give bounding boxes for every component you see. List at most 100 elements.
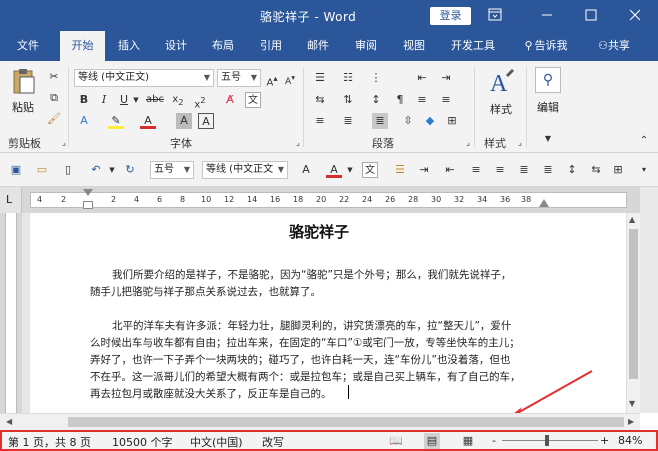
- clipboard-launcher-icon[interactable]: ⌟: [56, 135, 72, 151]
- tab-selector[interactable]: L: [0, 187, 22, 213]
- character-border-icon[interactable]: A: [198, 113, 214, 129]
- font-size-dropdown[interactable]: 五号 ▼: [217, 69, 261, 87]
- language-indicator[interactable]: 中文(中国): [190, 434, 243, 450]
- format-painter-icon[interactable]: 🖌: [46, 111, 62, 127]
- numbering-icon[interactable]: ☷: [340, 70, 356, 86]
- grow-font-icon[interactable]: A▴: [264, 70, 280, 88]
- scroll-down-icon[interactable]: ▼: [629, 399, 635, 408]
- undo-icon[interactable]: ↶: [88, 162, 104, 178]
- character-shading-icon[interactable]: A: [176, 113, 192, 129]
- underline-dropdown-icon[interactable]: ▼: [128, 92, 144, 108]
- borders-icon[interactable]: ⊞: [610, 162, 626, 178]
- bold-icon[interactable]: B: [76, 92, 92, 108]
- align-right-icon[interactable]: ≡: [492, 162, 508, 178]
- align-right-icon[interactable]: ≡: [312, 113, 328, 129]
- phonetic-guide-icon[interactable]: 文: [245, 92, 261, 108]
- clear-formatting-icon[interactable]: A̸: [222, 92, 238, 108]
- strikethrough-icon[interactable]: abc: [146, 92, 164, 108]
- page-count[interactable]: 第 1 页，共 8 页: [8, 434, 91, 450]
- editing-button[interactable]: ⚲ 编辑: [532, 67, 564, 119]
- shrink-font-icon[interactable]: A▾: [282, 70, 298, 87]
- cut-icon[interactable]: ✂: [46, 69, 62, 85]
- collapse-ribbon-icon[interactable]: ⌃: [636, 133, 652, 149]
- save-icon[interactable]: ▣: [8, 162, 24, 178]
- increase-indent-icon[interactable]: ⇥: [438, 70, 454, 86]
- close-icon[interactable]: [623, 4, 647, 26]
- tab-review[interactable]: 审阅: [346, 31, 386, 61]
- align-center-icon[interactable]: ≡: [438, 92, 454, 108]
- line-spacing-icon[interactable]: ↕: [564, 162, 580, 178]
- styles-button[interactable]: A 样式: [484, 67, 518, 119]
- show-marks-icon[interactable]: ¶: [392, 92, 408, 108]
- web-layout-icon[interactable]: ▦: [460, 433, 476, 449]
- scroll-right-icon[interactable]: ▶: [628, 417, 634, 426]
- tab-file[interactable]: 文件: [5, 31, 51, 61]
- paragraph-spacing-icon[interactable]: ⇳: [400, 113, 416, 129]
- shading-icon[interactable]: ◆: [422, 113, 438, 129]
- grow-font-icon[interactable]: A: [298, 162, 314, 178]
- chinese-layout-icon[interactable]: ⇆: [312, 92, 328, 108]
- tell-me-box[interactable]: ⚲ 告诉我: [514, 31, 576, 61]
- align-left-icon[interactable]: ≡: [414, 92, 430, 108]
- tab-view[interactable]: 视图: [394, 31, 434, 61]
- bullets-icon[interactable]: ☰: [312, 70, 328, 86]
- paste-text-icon[interactable]: 文: [362, 162, 378, 178]
- word-count[interactable]: 10500 个字: [112, 434, 173, 450]
- qat-font-size-dropdown[interactable]: 五号 ▼: [150, 161, 194, 179]
- outdent-icon[interactable]: ⇤: [442, 162, 458, 178]
- tab-layout[interactable]: 布局: [204, 31, 242, 61]
- horizontal-scrollbar[interactable]: ◀ ▶: [0, 413, 640, 430]
- maximize-icon[interactable]: [579, 4, 603, 26]
- subscript-icon[interactable]: x2: [170, 92, 186, 108]
- open-folder-icon[interactable]: ▭: [34, 162, 50, 178]
- superscript-icon[interactable]: x2: [192, 92, 208, 110]
- vertical-scrollbar[interactable]: ▲ ▼: [626, 213, 640, 413]
- horizontal-scroll-thumb[interactable]: [68, 417, 624, 427]
- overtype-mode[interactable]: 改写: [262, 434, 284, 450]
- zoom-in-button[interactable]: +: [600, 434, 609, 447]
- font-color-dropdown-icon[interactable]: ▼: [342, 162, 358, 178]
- vertical-ruler[interactable]: [0, 213, 22, 413]
- qat-font-name-dropdown[interactable]: 等线 (中文正文 ▼: [202, 161, 288, 179]
- indent-marker[interactable]: [83, 201, 93, 209]
- tab-home[interactable]: 开始: [60, 31, 105, 61]
- italic-icon[interactable]: I: [96, 92, 112, 108]
- tab-design[interactable]: 设计: [157, 31, 195, 61]
- right-indent-marker[interactable]: [539, 199, 549, 207]
- copy-icon[interactable]: ⧉: [46, 90, 62, 106]
- multilevel-list-icon[interactable]: ⋮: [368, 70, 384, 86]
- print-layout-icon[interactable]: ▤: [424, 433, 440, 449]
- font-name-dropdown[interactable]: 等线 (中文正文) ▼: [74, 69, 214, 87]
- decrease-indent-icon[interactable]: ⇤: [414, 70, 430, 86]
- login-button[interactable]: 登录: [430, 7, 471, 25]
- minimize-icon[interactable]: [535, 4, 559, 26]
- read-mode-icon[interactable]: 📖: [388, 433, 404, 449]
- highlight-color-icon[interactable]: ✎: [108, 113, 124, 129]
- zoom-slider-thumb[interactable]: [545, 435, 550, 446]
- zoom-slider[interactable]: [502, 435, 598, 446]
- list-format-icon[interactable]: ☰: [392, 162, 408, 178]
- font-color-icon[interactable]: A: [140, 113, 156, 129]
- scroll-thumb[interactable]: [629, 229, 638, 379]
- paste-button[interactable]: 粘贴: [8, 67, 38, 115]
- tab-references[interactable]: 引用: [252, 31, 290, 61]
- tab-mailings[interactable]: 邮件: [298, 31, 338, 61]
- zoom-percentage[interactable]: 84%: [618, 434, 642, 447]
- tab-insert[interactable]: 插入: [110, 31, 148, 61]
- distribute-icon[interactable]: ≣: [372, 113, 388, 129]
- borders-icon[interactable]: ⊞: [444, 113, 460, 129]
- scroll-up-icon[interactable]: ▲: [629, 215, 635, 224]
- indent-icon[interactable]: ⇥: [416, 162, 432, 178]
- align-center-icon[interactable]: ≡: [468, 162, 484, 178]
- sort-icon[interactable]: ⇅: [340, 92, 356, 108]
- scroll-left-icon[interactable]: ◀: [6, 417, 12, 426]
- new-document-icon[interactable]: ▯: [60, 162, 76, 178]
- line-spacing-icon[interactable]: ↕: [368, 92, 384, 108]
- zoom-out-button[interactable]: -: [492, 434, 496, 447]
- chinese-layout-icon[interactable]: ⇆: [588, 162, 604, 178]
- ribbon-display-options-icon[interactable]: [483, 4, 507, 26]
- customize-toolbar-icon[interactable]: ▾: [636, 162, 652, 178]
- font-color-icon[interactable]: A: [326, 162, 342, 178]
- horizontal-ruler[interactable]: 4 2 2 4 6 8 10 12 14 16 18 20 22 24 26 2…: [30, 189, 627, 209]
- tab-developer[interactable]: 开发工具: [442, 31, 504, 61]
